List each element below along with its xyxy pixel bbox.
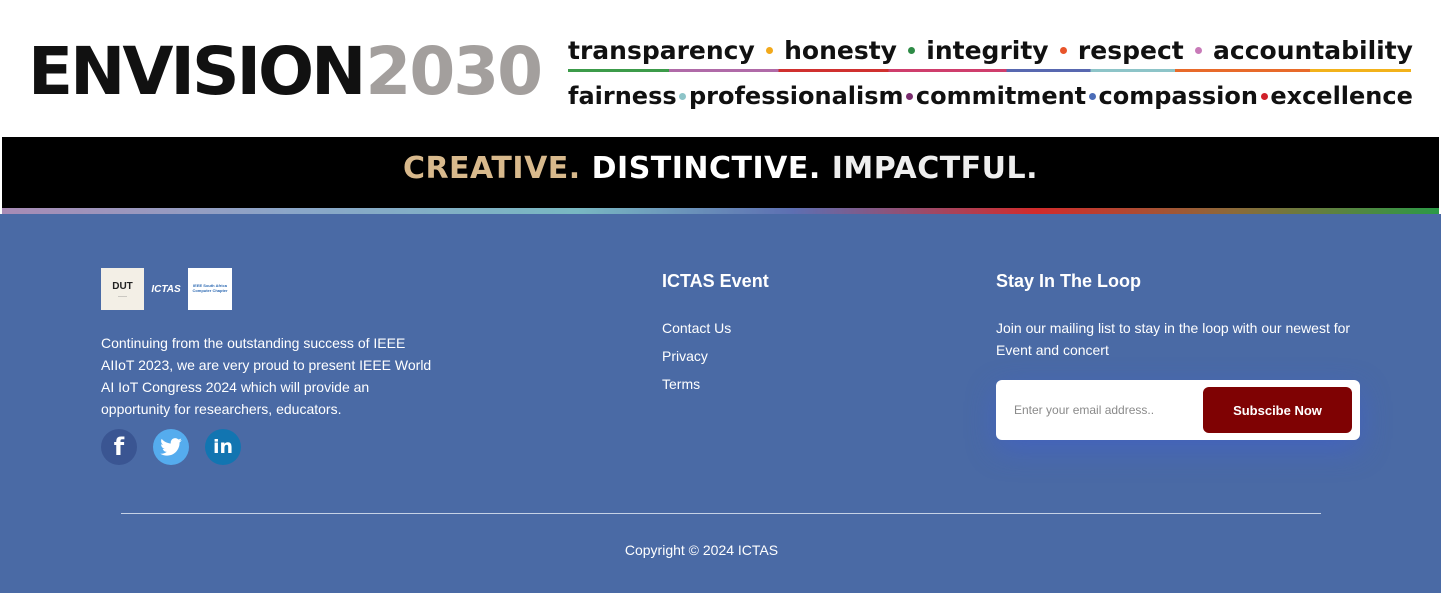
partner-logos: DUT ——— ICTAS IEEE South Africa Computer… [101, 268, 232, 310]
ieee-chapter-logo: IEEE South Africa Computer Chapter [188, 268, 232, 310]
separator-dot [1194, 46, 1202, 54]
newsletter-heading: Stay In The Loop [996, 271, 1142, 291]
tagline-creative: CREATIVE. [402, 151, 581, 186]
social-links: f in [101, 429, 241, 465]
rainbow-divider [568, 69, 1411, 72]
about-text: Continuing from the outstanding success … [101, 335, 432, 417]
value-word: integrity [926, 35, 1049, 65]
separator-dot [906, 92, 914, 100]
value-word: commitment [915, 82, 1087, 110]
linkedin-glyph: in [212, 436, 234, 458]
dut-logo-text: DUT [112, 280, 133, 292]
event-links: Contact Us Privacy Terms [662, 319, 731, 403]
separator-dot [765, 46, 773, 54]
facebook-icon[interactable]: f [101, 429, 137, 465]
dut-logo: DUT ——— [101, 268, 144, 310]
values-list: transparency honesty integrity respect a… [568, 32, 1413, 114]
values-row-1: transparency honesty integrity respect a… [568, 32, 1413, 68]
tagline-impactful: IMPACTFUL. [831, 151, 1039, 186]
facebook-glyph: f [113, 433, 125, 461]
twitter-bird [160, 438, 182, 456]
event-heading: ICTAS Event [662, 271, 769, 291]
ieee-logo-text: IEEE South Africa Computer Chapter [192, 283, 228, 293]
value-word: transparency [568, 35, 755, 65]
envision-banner: ENVISION 2030 transparency honesty integ… [0, 0, 1441, 137]
value-word: honesty [784, 35, 897, 65]
value-word: professionalism [688, 82, 904, 110]
value-word: excellence [1270, 82, 1413, 110]
copyright-text: Copyright © 2024 ICTAS [624, 542, 779, 558]
subscribe-form: Subscibe Now [996, 380, 1360, 440]
contact-us-link[interactable]: Contact Us [662, 319, 731, 347]
ictas-logo-text: ICTAS [151, 283, 181, 295]
separator-dot [1088, 92, 1096, 100]
ictas-logo: ICTAS [146, 268, 186, 310]
separator-dot [679, 92, 687, 100]
logo-year: 2030 [365, 33, 543, 110]
tagline-banner: CREATIVE. DISTINCTIVE. IMPACTFUL. [2, 137, 1439, 214]
value-word: compassion [1098, 82, 1258, 110]
linkedin-icon[interactable]: in [205, 429, 241, 465]
twitter-icon[interactable] [153, 429, 189, 465]
site-footer: DUT ——— ICTAS IEEE South Africa Computer… [0, 214, 1441, 593]
values-row-2: fairness professionalism commitment comp… [568, 78, 1413, 114]
logo-word: ENVISION [28, 33, 366, 110]
separator-dot [1059, 46, 1067, 54]
tagline: CREATIVE. DISTINCTIVE. IMPACTFUL. [2, 151, 1439, 186]
terms-link[interactable]: Terms [662, 375, 731, 403]
value-word: accountability [1213, 35, 1413, 65]
dut-logo-subtext: ——— [118, 293, 127, 298]
tagline-distinctive: DISTINCTIVE. [591, 151, 821, 186]
privacy-link[interactable]: Privacy [662, 347, 731, 375]
value-word: respect [1077, 35, 1184, 65]
newsletter-text: Join our mailing list to stay in the loo… [996, 320, 1351, 358]
email-input[interactable] [1014, 396, 1194, 424]
separator-dot [908, 46, 916, 54]
footer-divider [121, 513, 1321, 514]
value-word: fairness [568, 82, 677, 110]
subscribe-button[interactable]: Subscibe Now [1203, 387, 1352, 433]
envision-logo: ENVISION 2030 [28, 33, 543, 110]
separator-dot [1260, 92, 1268, 100]
